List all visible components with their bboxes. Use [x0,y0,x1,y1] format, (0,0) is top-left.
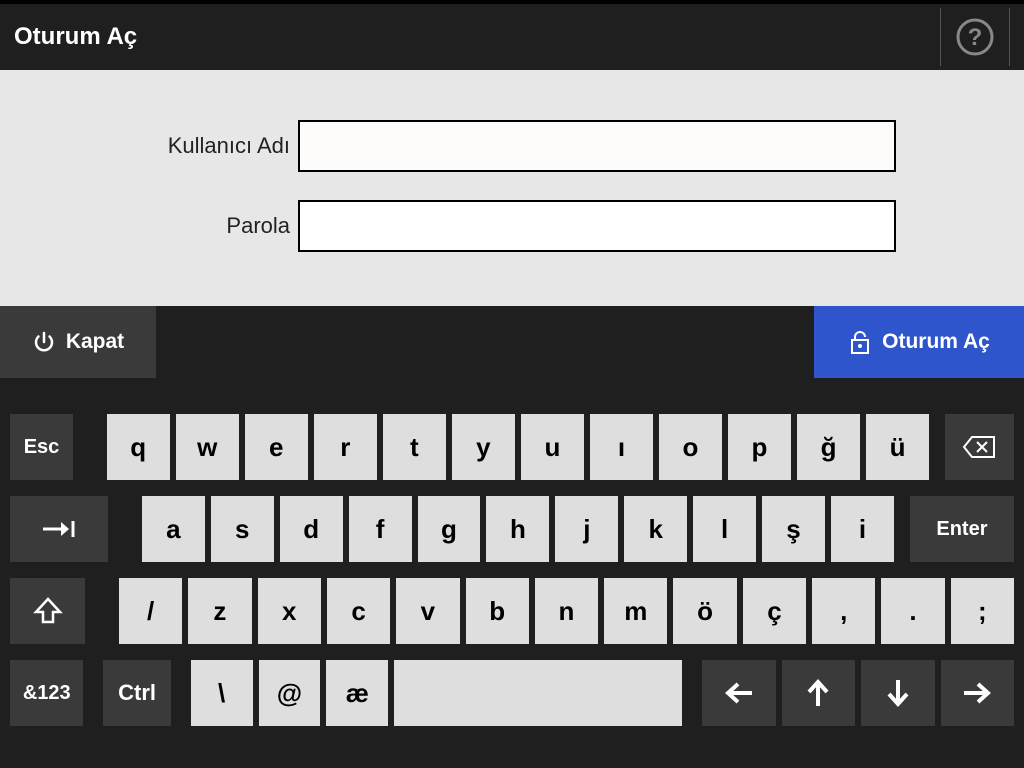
key-numsym[interactable]: &123 [10,660,83,726]
arrow-up-icon [806,678,830,708]
key-ctrl[interactable]: Ctrl [103,660,171,726]
spacer [156,306,814,378]
power-icon [32,330,56,354]
key-enter[interactable]: Enter [910,496,1014,562]
key-i[interactable]: i [831,496,894,562]
key-arrow-right[interactable] [941,660,1014,726]
key-o-umlaut[interactable]: ö [673,578,736,644]
key-t[interactable]: t [383,414,446,480]
key-a[interactable]: a [142,496,205,562]
key-k[interactable]: k [624,496,687,562]
key-arrow-up[interactable] [782,660,855,726]
key-b[interactable]: b [466,578,529,644]
key-z[interactable]: z [188,578,251,644]
help-icon: ? [955,17,995,57]
arrow-left-icon [724,681,754,705]
username-label: Kullanıcı Adı [0,133,298,159]
divider [940,8,941,66]
title-bar: Oturum Aç ? [0,0,1024,70]
keyboard-row-2: a s d f g h j k l ş i Enter [10,496,1014,562]
login-button[interactable]: Oturum Aç [814,306,1024,378]
password-field[interactable] [298,200,896,252]
password-label: Parola [0,213,298,239]
key-dotless-i[interactable]: ı [590,414,653,480]
key-shift[interactable] [10,578,85,644]
action-bar: Kapat Oturum Aç [0,306,1024,378]
key-m[interactable]: m [604,578,667,644]
close-label: Kapat [66,330,124,354]
key-u-umlaut[interactable]: ü [866,414,929,480]
key-space[interactable] [394,660,682,726]
help-zone: ? [940,4,1010,70]
key-slash[interactable]: / [119,578,182,644]
key-arrow-left[interactable] [702,660,775,726]
key-v[interactable]: v [396,578,459,644]
key-y[interactable]: y [452,414,515,480]
page-title: Oturum Aç [14,23,137,51]
key-g-breve[interactable]: ğ [797,414,860,480]
key-p[interactable]: p [728,414,791,480]
key-u[interactable]: u [521,414,584,480]
onscreen-keyboard: Esc q w e r t y u ı o p ğ ü a s d f g [0,378,1024,768]
key-c[interactable]: c [327,578,390,644]
key-j[interactable]: j [555,496,618,562]
key-l[interactable]: l [693,496,756,562]
key-comma[interactable]: , [812,578,875,644]
key-o[interactable]: o [659,414,722,480]
login-label: Oturum Aç [882,330,990,354]
shift-icon [33,596,63,626]
keyboard-row-4: &123 Ctrl \ @ æ [10,660,1014,726]
key-period[interactable]: . [881,578,944,644]
key-tab[interactable] [10,496,108,562]
key-at[interactable]: @ [259,660,321,726]
tab-icon [39,519,79,539]
keyboard-row-3: / z x c v b n m ö ç , . ; [10,578,1014,644]
username-row: Kullanıcı Adı [0,120,1024,172]
key-backspace[interactable] [945,414,1014,480]
divider [1009,8,1010,66]
key-g[interactable]: g [418,496,481,562]
key-w[interactable]: w [176,414,239,480]
username-field[interactable] [298,120,896,172]
key-backslash[interactable]: \ [191,660,253,726]
key-s-cedilla[interactable]: ş [762,496,825,562]
key-esc[interactable]: Esc [10,414,73,480]
key-s[interactable]: s [211,496,274,562]
key-q[interactable]: q [107,414,170,480]
svg-text:?: ? [968,24,983,51]
key-h[interactable]: h [486,496,549,562]
help-button[interactable]: ? [955,17,995,57]
password-row: Parola [0,200,1024,252]
key-f[interactable]: f [349,496,412,562]
arrow-right-icon [962,681,992,705]
key-semicolon[interactable]: ; [951,578,1014,644]
key-n[interactable]: n [535,578,598,644]
keyboard-row-1: Esc q w e r t y u ı o p ğ ü [10,414,1014,480]
close-button[interactable]: Kapat [0,306,156,378]
key-c-cedilla[interactable]: ç [743,578,806,644]
backspace-icon [962,435,996,459]
key-x[interactable]: x [258,578,321,644]
key-e[interactable]: e [245,414,308,480]
arrow-down-icon [886,678,910,708]
login-form: Kullanıcı Adı Parola [0,70,1024,306]
unlock-icon [848,329,872,355]
key-ae[interactable]: æ [326,660,388,726]
key-r[interactable]: r [314,414,377,480]
key-arrow-down[interactable] [861,660,934,726]
key-d[interactable]: d [280,496,343,562]
